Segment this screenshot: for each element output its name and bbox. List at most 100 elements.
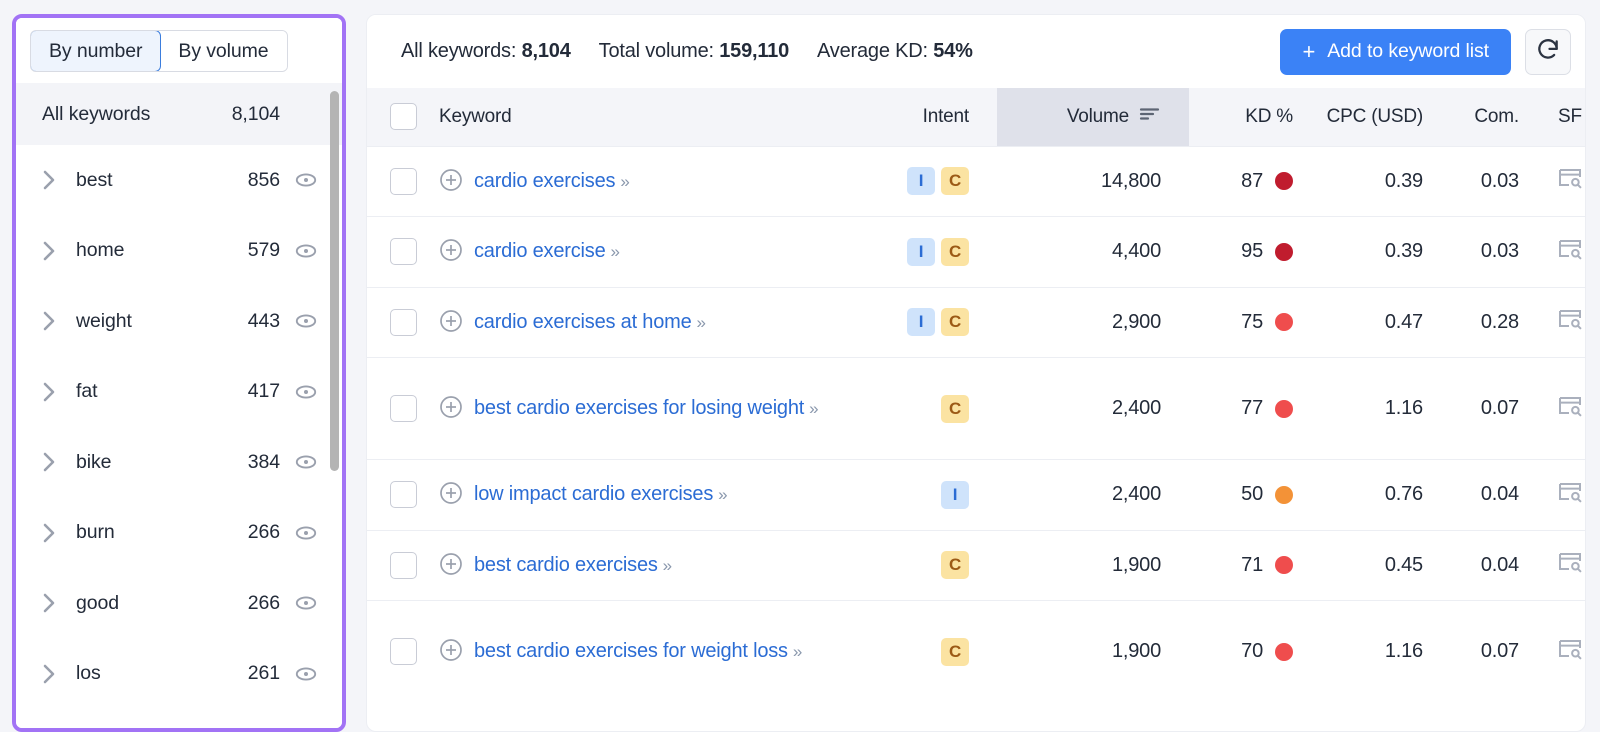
add-keyword-icon[interactable] (439, 552, 463, 576)
keywords-table-head: Keyword Intent Volume (367, 88, 1586, 146)
chevron-right-icon[interactable] (42, 592, 64, 614)
serp-features-icon[interactable] (1557, 237, 1583, 261)
double-chevron-icon[interactable]: » (697, 313, 705, 332)
add-keyword-icon[interactable] (439, 238, 463, 262)
sidebar-group-row[interactable]: home579 (16, 216, 342, 287)
eye-icon[interactable] (294, 239, 318, 263)
sidebar-group-row[interactable]: weight443 (16, 286, 342, 357)
intent-badge-c[interactable]: C (941, 638, 969, 666)
sidebar-group-row[interactable]: fat417 (16, 357, 342, 428)
row-checkbox[interactable] (390, 238, 417, 265)
table-row[interactable]: best cardio exercises»C1,900710.450.04 (367, 530, 1586, 601)
table-row[interactable]: cardio exercises»IC14,800870.390.03 (367, 146, 1586, 217)
sidebar-scrollbar[interactable] (330, 91, 339, 471)
intent-badge-i[interactable]: I (907, 167, 935, 195)
double-chevron-icon[interactable]: » (611, 242, 619, 261)
sidebar-group-row[interactable]: burn266 (16, 498, 342, 569)
sidebar-group-row[interactable]: los261 (16, 639, 342, 710)
chevron-right-icon[interactable] (42, 522, 64, 544)
sidebar-group-row[interactable]: best856 (16, 145, 342, 216)
intent-badge-c[interactable]: C (941, 395, 969, 423)
keyword-link[interactable]: best cardio exercises» (474, 549, 671, 582)
row-checkbox[interactable] (390, 309, 417, 336)
eye-icon[interactable] (294, 662, 318, 686)
keyword-link[interactable]: cardio exercises» (474, 165, 629, 198)
row-checkbox[interactable] (390, 552, 417, 579)
toggle-by-number[interactable]: By number (30, 30, 161, 72)
chevron-right-icon[interactable] (42, 381, 64, 403)
keyword-link[interactable]: best cardio exercises for losing weight» (474, 392, 818, 425)
column-keyword[interactable]: Keyword (439, 88, 879, 146)
add-keyword-icon[interactable] (439, 481, 463, 505)
eye-icon[interactable] (294, 591, 318, 615)
double-chevron-icon[interactable]: » (663, 556, 671, 575)
row-checkbox[interactable] (390, 395, 417, 422)
serp-features-icon[interactable] (1557, 637, 1583, 661)
refresh-button[interactable] (1525, 29, 1571, 75)
chevron-right-icon[interactable] (42, 310, 64, 332)
add-keyword-icon[interactable] (439, 309, 463, 333)
table-row[interactable]: low impact cardio exercises»I2,400500.76… (367, 460, 1586, 531)
sidebar-group-label: home (76, 239, 248, 262)
double-chevron-icon[interactable]: » (620, 172, 628, 191)
column-volume[interactable]: Volume (997, 88, 1189, 146)
column-kd[interactable]: KD % (1189, 88, 1321, 146)
sidebar-group-row[interactable]: good266 (16, 568, 342, 639)
double-chevron-icon[interactable]: » (809, 399, 817, 418)
sidebar-group-row[interactable]: bike384 (16, 427, 342, 498)
keyword-magic-tool-screen: By number By volume All keywords 8,104 b… (0, 0, 1600, 732)
chevron-right-icon[interactable] (42, 169, 64, 191)
toggle-by-volume[interactable]: By volume (160, 31, 286, 71)
table-row[interactable]: best cardio exercises for weight loss»C1… (367, 601, 1586, 703)
chevron-right-icon[interactable] (42, 240, 64, 262)
column-intent[interactable]: Intent (879, 88, 997, 146)
keywords-table: Keyword Intent Volume (367, 88, 1586, 703)
keyword-link[interactable]: best cardio exercises for weight loss» (474, 635, 801, 668)
eye-icon[interactable] (294, 521, 318, 545)
add-to-keyword-list-button[interactable]: + Add to keyword list (1280, 29, 1511, 75)
serp-features-icon[interactable] (1557, 550, 1583, 574)
add-keyword-icon[interactable] (439, 395, 463, 419)
serp-features-icon[interactable] (1557, 394, 1583, 418)
intent-badge-c[interactable]: C (941, 308, 969, 336)
row-select-cell (367, 358, 439, 460)
add-keyword-icon[interactable] (439, 638, 463, 662)
sidebar-group-label: bike (76, 451, 248, 474)
chevron-right-icon[interactable] (42, 663, 64, 685)
sidebar-group-count: 384 (248, 451, 280, 474)
eye-icon[interactable] (294, 450, 318, 474)
serp-features-icon[interactable] (1557, 480, 1583, 504)
table-row[interactable]: cardio exercises at home»IC2,900750.470.… (367, 287, 1586, 358)
intent-badge-c[interactable]: C (941, 551, 969, 579)
eye-icon[interactable] (294, 309, 318, 333)
keyword-link[interactable]: cardio exercises at home» (474, 306, 705, 339)
column-cpc[interactable]: CPC (USD) (1321, 88, 1449, 146)
intent-badge-i[interactable]: I (907, 308, 935, 336)
chevron-right-icon[interactable] (42, 451, 64, 473)
row-checkbox[interactable] (390, 638, 417, 665)
sidebar-item-all-keywords[interactable]: All keywords 8,104 (16, 83, 342, 145)
intent-badge-c[interactable]: C (941, 238, 969, 266)
double-chevron-icon[interactable]: » (793, 642, 801, 661)
sidebar-group-label: burn (76, 521, 248, 544)
double-chevron-icon[interactable]: » (718, 485, 726, 504)
serp-features-icon[interactable] (1557, 166, 1583, 190)
add-keyword-icon[interactable] (439, 168, 463, 192)
keyword-link[interactable]: low impact cardio exercises» (474, 478, 727, 511)
select-all-checkbox[interactable] (390, 103, 417, 130)
intent-badge-i[interactable]: I (941, 481, 969, 509)
keyword-link[interactable]: cardio exercise» (474, 235, 619, 268)
serp-features-icon[interactable] (1557, 307, 1583, 331)
intent-badge-c[interactable]: C (941, 167, 969, 195)
column-com[interactable]: Com. (1449, 88, 1541, 146)
eye-icon[interactable] (294, 380, 318, 404)
table-row[interactable]: cardio exercise»IC4,400950.390.03 (367, 217, 1586, 288)
kd-cell: 50 (1189, 460, 1321, 531)
table-row[interactable]: best cardio exercises for losing weight»… (367, 358, 1586, 460)
eye-icon[interactable] (294, 168, 318, 192)
sort-toggle-group[interactable]: By number By volume (30, 30, 288, 72)
intent-badge-i[interactable]: I (907, 238, 935, 266)
column-sf[interactable]: SF (1541, 88, 1586, 146)
row-checkbox[interactable] (390, 168, 417, 195)
row-checkbox[interactable] (390, 481, 417, 508)
